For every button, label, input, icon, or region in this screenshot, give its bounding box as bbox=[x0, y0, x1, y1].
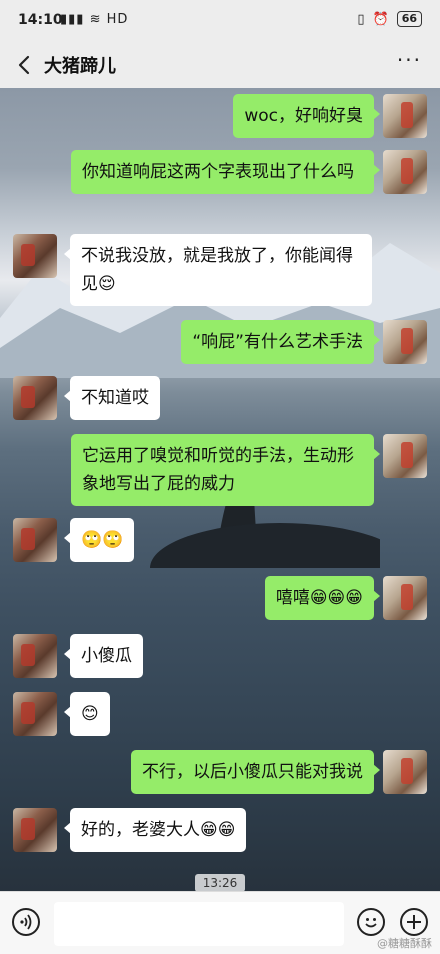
message-timestamp: 13:26 bbox=[195, 874, 245, 891]
message-row: 🙄🙄 bbox=[0, 518, 440, 562]
input-bar bbox=[0, 891, 440, 954]
avatar[interactable] bbox=[383, 150, 427, 194]
avatar[interactable] bbox=[383, 576, 427, 620]
avatar[interactable] bbox=[13, 692, 57, 736]
voice-button[interactable] bbox=[12, 908, 40, 936]
message-row: 不知道哎 bbox=[0, 376, 440, 420]
message-bubble[interactable]: 嘻嘻😁😁😁 bbox=[264, 576, 381, 620]
chat-title: 大猪蹄儿 bbox=[44, 56, 116, 77]
message-row: 😊 bbox=[0, 692, 440, 736]
avatar[interactable] bbox=[383, 434, 427, 478]
message-row: 不行，以后小傻瓜只能对我说 bbox=[0, 750, 440, 794]
message-row: 嘻嘻😁😁😁 bbox=[0, 576, 440, 620]
status-time: 14:10 bbox=[18, 12, 63, 28]
avatar[interactable] bbox=[13, 518, 57, 562]
vibrate-icon: ▯ bbox=[357, 11, 365, 27]
message-bubble[interactable]: 你知道响屁这两个字表现出了什么吗 bbox=[71, 150, 380, 194]
avatar[interactable] bbox=[383, 750, 427, 794]
message-bubble[interactable]: 不行，以后小傻瓜只能对我说 bbox=[131, 750, 380, 794]
emoji-icon bbox=[365, 918, 377, 928]
message-bubble[interactable]: 不说我没放，就是我放了，你能闻得见😌 bbox=[64, 234, 372, 306]
avatar[interactable] bbox=[383, 320, 427, 364]
message-row: 好的，老婆大人😁😁 bbox=[0, 808, 440, 852]
status-bar: 14:10 ▮▮▮ ≋ HD ▯ ⏰ 66 bbox=[0, 0, 440, 42]
message-row: “响屁”有什么艺术手法 bbox=[0, 320, 440, 364]
alarm-icon: ⏰ bbox=[372, 11, 389, 27]
more-button[interactable]: ··· bbox=[397, 48, 422, 72]
message-row: woc，好响好臭 bbox=[0, 94, 440, 142]
avatar[interactable] bbox=[13, 234, 57, 278]
status-right-icons: ▯ ⏰ 66 bbox=[357, 11, 422, 27]
message-bubble[interactable]: 小傻瓜 bbox=[64, 634, 143, 678]
avatar[interactable] bbox=[383, 94, 427, 138]
battery-icon: 66 bbox=[396, 11, 422, 27]
chat-area[interactable]: woc，好响好臭 你知道响屁这两个字表现出了什么吗 不说我没放，就是我放了，你能… bbox=[0, 88, 440, 891]
avatar[interactable] bbox=[13, 376, 57, 420]
message-bubble[interactable]: woc，好响好臭 bbox=[233, 94, 380, 138]
message-row: 小傻瓜 bbox=[0, 634, 440, 678]
signal-icon: ▮▮▮ ≋ HD bbox=[60, 12, 128, 27]
message-input[interactable] bbox=[54, 902, 344, 946]
avatar[interactable] bbox=[13, 634, 57, 678]
message-bubble[interactable]: 🙄🙄 bbox=[63, 518, 135, 562]
watermark: @糖糖酥酥 bbox=[377, 937, 432, 950]
voice-icon bbox=[20, 914, 32, 930]
chevron-left-icon bbox=[18, 55, 30, 75]
plus-icon bbox=[407, 915, 421, 929]
back-button[interactable] bbox=[10, 48, 40, 82]
message-bubble[interactable]: 😊 bbox=[64, 692, 110, 736]
chat-header: 大猪蹄儿 ··· bbox=[0, 42, 440, 88]
message-bubble[interactable]: “响屁”有什么艺术手法 bbox=[181, 320, 380, 364]
message-bubble[interactable]: 它运用了嗅觉和听觉的手法，生动形象地写出了屁的威力 bbox=[71, 434, 380, 506]
message-row: 不说我没放，就是我放了，你能闻得见😌 bbox=[0, 234, 440, 306]
message-bubble[interactable]: 好的，老婆大人😁😁 bbox=[63, 808, 247, 852]
message-bubble[interactable]: 不知道哎 bbox=[64, 376, 160, 420]
signal-strength: ▮▮▮ ≋ bbox=[60, 12, 102, 27]
network-type: HD bbox=[106, 12, 129, 27]
plus-button[interactable] bbox=[400, 908, 428, 936]
message-row: 你知道响屁这两个字表现出了什么吗 bbox=[0, 150, 440, 220]
avatar[interactable] bbox=[13, 808, 57, 852]
message-row: 它运用了嗅觉和听觉的手法，生动形象地写出了屁的威力 bbox=[0, 434, 440, 506]
emoji-button[interactable] bbox=[357, 908, 385, 936]
